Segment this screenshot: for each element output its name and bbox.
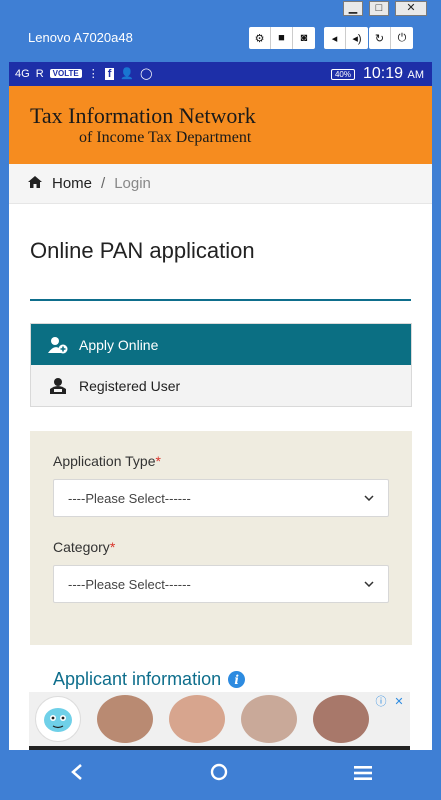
camera-icon[interactable]: ◙ [293,27,315,49]
gear-icon[interactable]: ⚙ [249,27,271,49]
site-header: Tax Information Network of Income Tax De… [9,86,432,164]
menu-icon[interactable] [354,763,372,786]
applicant-heading-text: Applicant information [53,669,222,689]
breadcrumb-home[interactable]: Home [52,175,92,192]
menu-item-label: Registered User [79,377,181,394]
ad-logo [35,696,81,742]
application-type-select[interactable]: ----Please Select------ [53,479,389,517]
home-icon[interactable] [28,175,42,192]
web-content: Tax Information Network of Income Tax De… [9,86,432,750]
ad-banner[interactable]: ⓘ ✕ [29,692,410,746]
status-bar: 4G R VOLTE ⋮ f 👤 ◯ 40% 10:19 AM [9,62,432,86]
chevron-down-icon [364,493,374,504]
volume-up-icon[interactable]: ◂) [346,27,368,49]
category-value: ----Please Select------ [68,576,191,592]
ad-info-icon[interactable]: ⓘ [374,694,388,708]
category-select[interactable]: ----Please Select------ [53,565,389,603]
add-user-icon [48,336,68,354]
breadcrumb-separator: / [101,175,106,192]
maximize-button[interactable]: □ [369,1,389,16]
login-menu: Apply Online Registered User [30,323,412,407]
rotate-icon[interactable]: ↻ [369,27,391,49]
battery-indicator: 40% [330,68,355,80]
ad-close-icon[interactable]: ✕ [392,694,406,708]
back-icon[interactable] [70,763,84,786]
emulator-navbar [0,750,441,800]
device-name: Lenovo A7020a48 [28,30,133,45]
title-divider [30,299,411,301]
video-icon[interactable]: ■ [271,27,293,49]
more-icon: ⋮ [87,68,99,80]
site-title: Tax Information Network [30,103,256,128]
tool-group-power: ↻ ⏻ [369,27,413,49]
volume-down-icon[interactable]: ◂ [324,27,346,49]
applicant-heading: Applicant information i [9,645,432,690]
network-roaming: R [35,67,44,80]
home-icon[interactable] [210,763,228,787]
menu-item-registered-user[interactable]: Registered User [31,365,411,406]
tool-group-volume: ◂ ◂) [324,27,368,49]
info-icon[interactable]: i [228,671,246,688]
network-4g: 4G [15,67,30,80]
window-titlebar: ▁ □ ✕ [0,0,441,20]
ad-image [313,695,369,743]
site-subtitle: of Income Tax Department [79,129,252,146]
ad-image [169,695,225,743]
chevron-down-icon [364,579,374,590]
category-label: Category* [53,539,116,555]
ad-controls: ⓘ ✕ [374,694,406,709]
phone-screen: 4G R VOLTE ⋮ f 👤 ◯ 40% 10:19 AM Tax Info… [9,62,432,750]
menu-item-label: Apply Online [79,336,159,353]
ad-image [97,695,153,743]
minimize-button[interactable]: ▁ [343,1,363,16]
menu-item-apply-online[interactable]: Apply Online [31,324,411,365]
application-type-label: Application Type* [53,453,161,469]
application-type-value: ----Please Select------ [68,490,191,506]
emulator-toolbar: Lenovo A7020a48 ⚙ ■ ◙ ◂ ◂) ↻ ⏻ [0,20,441,58]
facebook-icon: f [104,67,115,80]
breadcrumb: Home / Login [9,164,432,204]
volte-badge: VOLTE [49,69,82,78]
clock: 10:19 AM [363,65,424,82]
page-title: Online PAN application [30,238,255,263]
contacts-icon: 👤 [120,68,135,80]
whatsapp-icon: ◯ [140,68,153,80]
user-group-icon [48,377,68,395]
breadcrumb-current: Login [114,175,151,192]
close-button[interactable]: ✕ [395,1,427,16]
application-form: Application Type* ----Please Select-----… [30,431,412,645]
power-icon[interactable]: ⏻ [391,27,413,49]
ad-image [241,695,297,743]
tool-group-media: ⚙ ■ ◙ [249,27,315,49]
